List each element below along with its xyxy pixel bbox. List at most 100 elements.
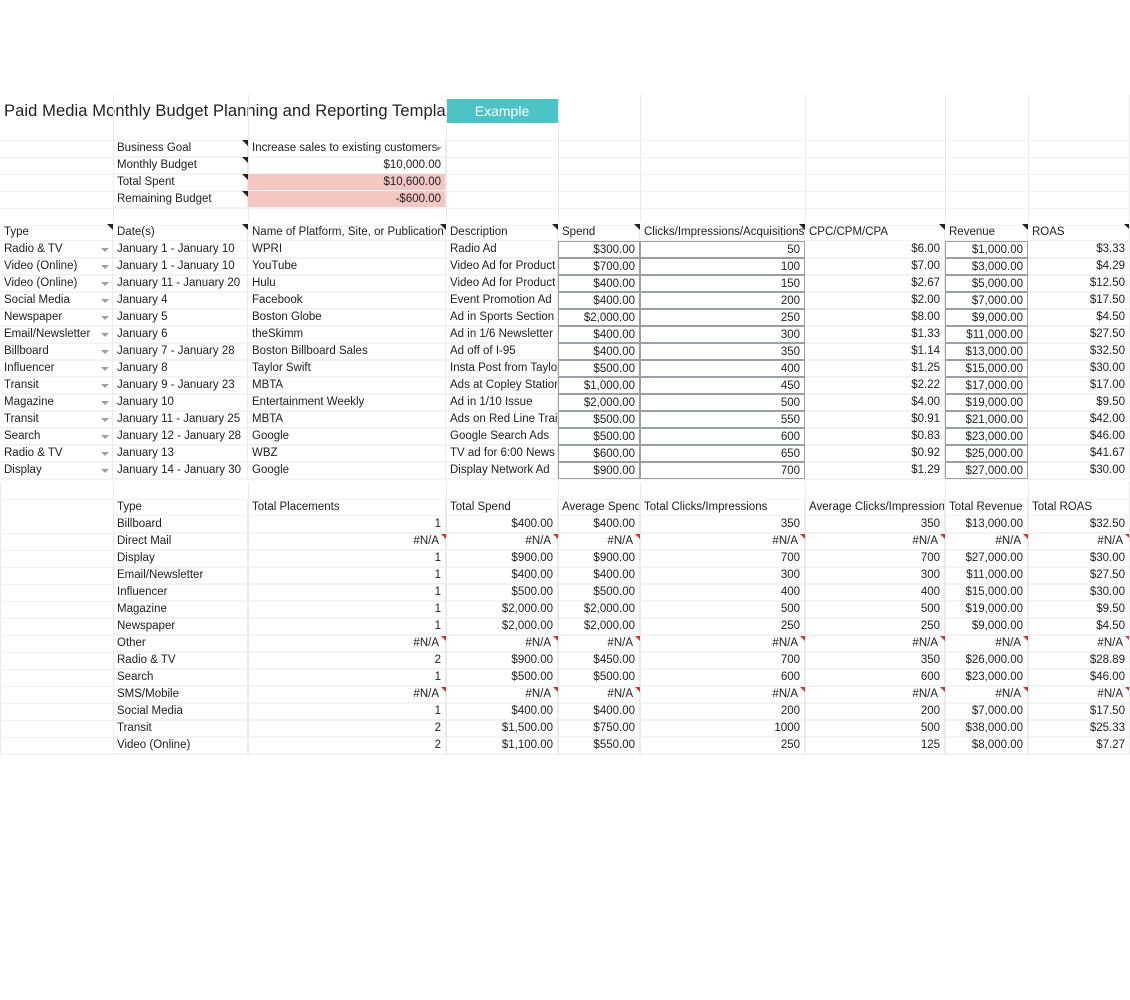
cell-type[interactable]: Email/Newsletter	[0, 326, 113, 343]
rollup-cell-total_spend: $900.00	[446, 550, 558, 567]
rollup-cell-avg_clicks: 600	[805, 669, 945, 686]
chevron-down-icon[interactable]	[101, 333, 109, 337]
cell-type[interactable]: Radio & TV	[0, 445, 113, 462]
rollup-column-header-6: Average Clicks/Impressions	[805, 499, 945, 516]
rollup-cell-type: Transit	[113, 720, 248, 737]
cell-spend: $400.00	[558, 326, 640, 343]
summary-value-2: $10,000.00	[248, 157, 446, 174]
cell-type[interactable]: Radio & TV	[0, 241, 113, 258]
cell-cpc: $1.33	[805, 326, 945, 343]
rollup-cell-total_revenue: #N/A	[945, 686, 1028, 703]
chevron-down-icon[interactable]	[101, 350, 109, 354]
chevron-down-icon[interactable]	[101, 265, 109, 269]
chevron-down-icon[interactable]	[101, 316, 109, 320]
chevron-down-icon[interactable]	[101, 452, 109, 456]
chevron-down-icon[interactable]	[101, 367, 109, 371]
cell-clicks: 550	[640, 411, 805, 428]
rollup-cell-avg_spend: $550.00	[558, 737, 640, 754]
rollup-cell-total_revenue: $23,000.00	[945, 669, 1028, 686]
grid-column-line	[1028, 95, 1029, 222]
grid-column-line	[805, 482, 806, 754]
cell-spend: $1,000.00	[558, 377, 640, 394]
rollup-cell-total_revenue: $7,000.00	[945, 703, 1028, 720]
cell-type[interactable]: Video (Online)	[0, 258, 113, 275]
cell-cpc: $1.25	[805, 360, 945, 377]
cell-dates: January 10	[113, 394, 248, 411]
cell-cpc: $2.22	[805, 377, 945, 394]
cell-description: Video Ad for Product	[446, 275, 558, 292]
rollup-cell-type: Other	[113, 635, 248, 652]
cell-type[interactable]: Billboard	[0, 343, 113, 360]
summary-value-1[interactable]: Increase sales to existing customers	[248, 140, 446, 157]
summary-label-1: Business Goal	[113, 140, 248, 157]
rollup-cell-avg_spend: $2,000.00	[558, 618, 640, 635]
cell-type[interactable]: Social Media	[0, 292, 113, 309]
cell-dates: January 9 - January 23	[113, 377, 248, 394]
grid-column-line	[945, 95, 946, 222]
chevron-down-icon[interactable]	[101, 248, 109, 252]
cell-spend: $700.00	[558, 258, 640, 275]
rollup-cell-total_clicks: 250	[640, 618, 805, 635]
chevron-down-icon[interactable]	[101, 384, 109, 388]
cell-type[interactable]: Search	[0, 428, 113, 445]
chevron-down-icon[interactable]	[101, 282, 109, 286]
rollup-cell-avg_spend: $750.00	[558, 720, 640, 737]
rollup-column-header-8: Total ROAS	[1028, 499, 1130, 516]
rollup-cell-avg_clicks: 700	[805, 550, 945, 567]
grid-column-line	[0, 482, 1, 754]
cell-roas: $17.50	[1028, 292, 1130, 309]
rollup-cell-placements: 1	[248, 703, 446, 720]
cell-clicks: 200	[640, 292, 805, 309]
chevron-down-icon[interactable]	[434, 147, 442, 151]
rollup-cell-total_roas: $7.27	[1028, 737, 1130, 754]
cell-platform: Boston Globe	[248, 309, 446, 326]
column-header-7: CPC/CPM/CPA	[805, 224, 945, 241]
rollup-column-header-2: Total Placements	[248, 499, 446, 516]
chevron-down-icon[interactable]	[101, 469, 109, 473]
column-header-2: Date(s)	[113, 224, 248, 241]
rollup-cell-avg_clicks: 125	[805, 737, 945, 754]
cell-cpc: $7.00	[805, 258, 945, 275]
grid-row	[0, 482, 1130, 500]
rollup-cell-total_clicks: #N/A	[640, 635, 805, 652]
chevron-down-icon[interactable]	[101, 418, 109, 422]
cell-type[interactable]: Magazine	[0, 394, 113, 411]
chevron-down-icon[interactable]	[101, 435, 109, 439]
cell-platform: Hulu	[248, 275, 446, 292]
rollup-cell-total_spend: $1,500.00	[446, 720, 558, 737]
cell-platform: Boston Billboard Sales	[248, 343, 446, 360]
cell-dates: January 8	[113, 360, 248, 377]
rollup-cell-type: Newspaper	[113, 618, 248, 635]
rollup-cell-avg_clicks: 400	[805, 584, 945, 601]
cell-type[interactable]: Display	[0, 462, 113, 479]
cell-type[interactable]: Transit	[0, 377, 113, 394]
chevron-down-icon[interactable]	[101, 299, 109, 303]
cell-revenue: $23,000.00	[945, 428, 1028, 445]
cell-clicks: 450	[640, 377, 805, 394]
rollup-cell-avg_spend: $400.00	[558, 516, 640, 533]
column-header-9: ROAS	[1028, 224, 1130, 241]
cell-description: Event Promotion Ad	[446, 292, 558, 309]
cell-roas: $3.33	[1028, 241, 1130, 258]
rollup-cell-total_roas: $30.00	[1028, 584, 1130, 601]
cell-cpc: $0.92	[805, 445, 945, 462]
cell-type[interactable]: Video (Online)	[0, 275, 113, 292]
grid-column-line	[113, 482, 114, 754]
cell-type[interactable]: Influencer	[0, 360, 113, 377]
rollup-cell-total_clicks: 500	[640, 601, 805, 618]
grid-column-line	[446, 482, 447, 754]
cell-clicks: 150	[640, 275, 805, 292]
rollup-cell-type: Search	[113, 669, 248, 686]
rollup-cell-total_spend: #N/A	[446, 686, 558, 703]
rollup-cell-total_revenue: $13,000.00	[945, 516, 1028, 533]
rollup-cell-total_spend: $500.00	[446, 669, 558, 686]
cell-description: Google Search Ads	[446, 428, 558, 445]
chevron-down-icon[interactable]	[101, 401, 109, 405]
rollup-cell-type: Billboard	[113, 516, 248, 533]
rollup-cell-placements: #N/A	[248, 686, 446, 703]
cell-type[interactable]: Newspaper	[0, 309, 113, 326]
grid-column-line	[446, 95, 447, 222]
cell-roas: $27.50	[1028, 326, 1130, 343]
cell-type[interactable]: Transit	[0, 411, 113, 428]
rollup-cell-placements: 1	[248, 550, 446, 567]
